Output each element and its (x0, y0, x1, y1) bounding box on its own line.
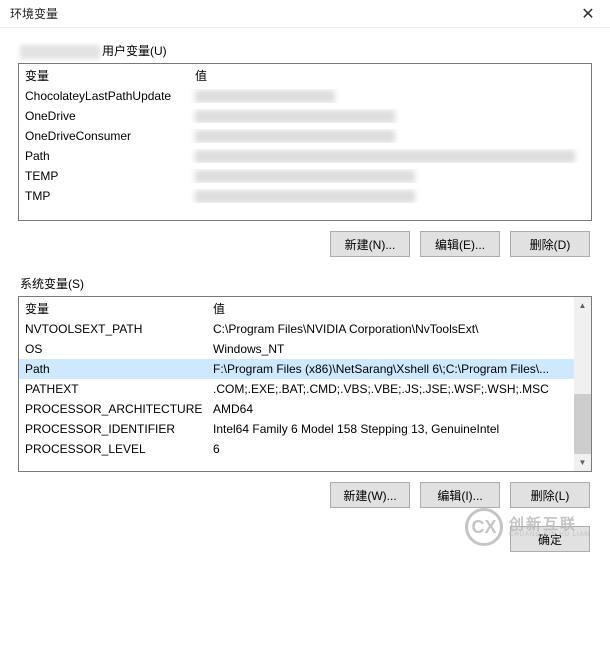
scroll-up-icon[interactable]: ▲ (574, 297, 591, 314)
user-header-variable[interactable]: 变量 (19, 64, 189, 86)
variable-value: .COM;.EXE;.BAT;.CMD;.VBS;.VBE;.JS;.JSE;.… (207, 382, 574, 396)
table-row[interactable]: Path (19, 146, 591, 166)
blurred-value (195, 150, 575, 163)
system-variables-label: 系统变量(S) (18, 275, 592, 292)
table-row[interactable]: PROCESSOR_LEVEL6 (19, 439, 574, 459)
system-list-header: 变量 值 (19, 297, 574, 319)
user-header-value[interactable]: 值 (189, 64, 591, 86)
table-row[interactable]: ChocolateyLastPathUpdate (19, 86, 591, 106)
blurred-value (195, 110, 395, 123)
system-header-value[interactable]: 值 (207, 297, 574, 319)
table-row[interactable]: NVTOOLSEXT_PATHC:\Program Files\NVIDIA C… (19, 319, 574, 339)
system-variables-list[interactable]: 变量 值 NVTOOLSEXT_PATHC:\Program Files\NVI… (18, 296, 592, 472)
table-row[interactable]: PROCESSOR_ARCHITECTUREAMD64 (19, 399, 574, 419)
table-row[interactable]: PathF:\Program Files (x86)\NetSarang\Xsh… (19, 359, 574, 379)
table-row[interactable]: OneDrive (19, 106, 591, 126)
watermark-logo: CX (465, 508, 503, 546)
variable-value (189, 129, 591, 143)
user-delete-button[interactable]: 删除(D) (510, 231, 590, 257)
variable-name: PROCESSOR_ARCHITECTURE (19, 402, 207, 416)
dialog-footer: 确定 CX 创新互联 CHUANG XIN HU LIAN (18, 526, 592, 552)
variable-name: OS (19, 342, 207, 356)
table-row[interactable]: PATHEXT.COM;.EXE;.BAT;.CMD;.VBS;.VBE;.JS… (19, 379, 574, 399)
variable-name: TMP (19, 189, 189, 203)
variable-name: Path (19, 362, 207, 376)
user-variables-label: 用户变量(U) (18, 42, 592, 59)
user-list-body: ChocolateyLastPathUpdate OneDrive OneDrive… (19, 86, 591, 206)
system-new-button[interactable]: 新建(W)... (330, 482, 410, 508)
system-buttons-row: 新建(W)... 编辑(I)... 删除(L) (18, 482, 592, 508)
titlebar: 环境变量 ✕ (0, 0, 610, 28)
variable-value: Intel64 Family 6 Model 158 Stepping 13, … (207, 422, 574, 436)
variable-value: AMD64 (207, 402, 574, 416)
variable-value (189, 149, 591, 163)
blurred-value (195, 170, 415, 183)
blurred-value (195, 190, 415, 203)
blurred-value (195, 90, 335, 103)
system-header-variable[interactable]: 变量 (19, 297, 207, 319)
variable-value (189, 109, 591, 123)
variable-value (189, 89, 591, 103)
variable-name: Path (19, 149, 189, 163)
close-icon: ✕ (581, 4, 594, 24)
variable-value (189, 169, 591, 183)
blurred-value (195, 130, 395, 143)
variable-value (189, 189, 591, 203)
table-row[interactable]: TMP (19, 186, 591, 206)
scroll-down-icon[interactable]: ▼ (574, 454, 591, 471)
system-list-body: NVTOOLSEXT_PATHC:\Program Files\NVIDIA C… (19, 319, 574, 459)
table-row[interactable]: OneDriveConsumer (19, 126, 591, 146)
variable-name: PROCESSOR_LEVEL (19, 442, 207, 456)
dialog-content: 用户变量(U) 变量 值 ChocolateyLastPathUpdate One… (0, 28, 610, 562)
variable-value: F:\Program Files (x86)\NetSarang\Xshell … (207, 362, 574, 376)
blurred-username (20, 45, 100, 59)
variable-name: PROCESSOR_IDENTIFIER (19, 422, 207, 436)
system-edit-button[interactable]: 编辑(I)... (420, 482, 500, 508)
variable-value: 6 (207, 442, 574, 456)
variable-name: PATHEXT (19, 382, 207, 396)
user-edit-button[interactable]: 编辑(E)... (420, 231, 500, 257)
table-row[interactable]: OSWindows_NT (19, 339, 574, 359)
system-delete-button[interactable]: 删除(L) (510, 482, 590, 508)
user-new-button[interactable]: 新建(N)... (330, 231, 410, 257)
variable-name: TEMP (19, 169, 189, 183)
user-variables-list[interactable]: 变量 值 ChocolateyLastPathUpdate OneDrive One… (18, 63, 592, 221)
table-row[interactable]: TEMP (19, 166, 591, 186)
window-title: 环境变量 (10, 5, 58, 22)
system-scrollbar[interactable]: ▲ ▼ (574, 297, 591, 471)
close-button[interactable]: ✕ (566, 0, 610, 28)
variable-name: ChocolateyLastPathUpdate (19, 89, 189, 103)
user-list-header: 变量 值 (19, 64, 591, 86)
variable-name: OneDrive (19, 109, 189, 123)
user-buttons-row: 新建(N)... 编辑(E)... 删除(D) (18, 231, 592, 257)
user-variables-group: 用户变量(U) 变量 值 ChocolateyLastPathUpdate One… (18, 42, 592, 257)
scroll-thumb[interactable] (574, 394, 591, 454)
variable-name: NVTOOLSEXT_PATH (19, 322, 207, 336)
variable-name: OneDriveConsumer (19, 129, 189, 143)
table-row[interactable]: PROCESSOR_IDENTIFIERIntel64 Family 6 Mod… (19, 419, 574, 439)
variable-value: Windows_NT (207, 342, 574, 356)
variable-value: C:\Program Files\NVIDIA Corporation\NvTo… (207, 322, 574, 336)
system-variables-group: 系统变量(S) 变量 值 NVTOOLSEXT_PATHC:\Program F… (18, 275, 592, 508)
ok-button[interactable]: 确定 (510, 526, 590, 552)
